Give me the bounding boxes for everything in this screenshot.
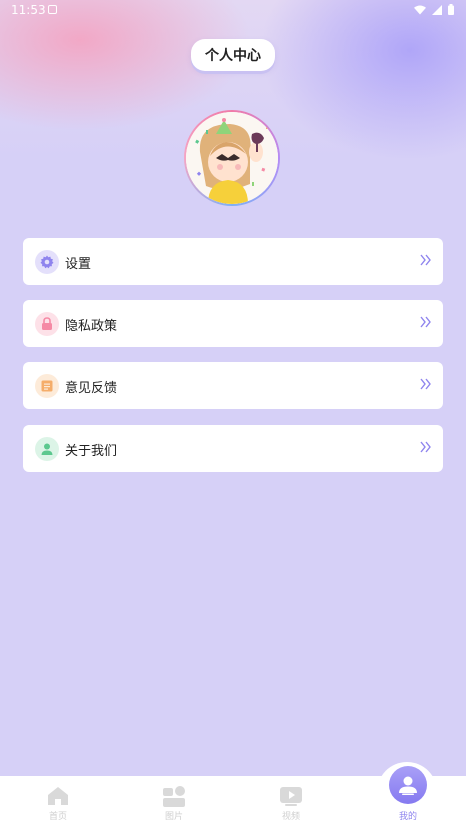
tab-label: 首页 <box>48 812 67 822</box>
image-icon <box>163 786 185 807</box>
tab-profile-active-indicator[interactable] <box>389 766 427 804</box>
menu-item-label: 关于我们 <box>65 444 118 459</box>
gear-icon <box>35 250 59 274</box>
wifi-icon <box>414 5 426 14</box>
menu-item-label: 意见反馈 <box>65 381 118 396</box>
feedback-icon <box>35 374 59 398</box>
battery-icon <box>448 4 454 15</box>
tab-label: 视频 <box>281 812 300 822</box>
tab-home[interactable]: 首页 <box>18 776 98 830</box>
lock-icon <box>35 312 59 336</box>
home-icon <box>48 787 68 805</box>
double-chevron-right-icon <box>420 441 431 453</box>
tab-label: 我的 <box>398 812 417 822</box>
notification-icon <box>48 5 57 14</box>
page-title: 个人中心 <box>191 39 275 71</box>
status-time: 11:53 <box>11 3 46 17</box>
status-bar: 11:53 <box>0 0 466 22</box>
profile-icon <box>399 776 417 795</box>
video-icon <box>280 787 302 806</box>
menu-item-settings[interactable]: 设置 <box>23 238 443 285</box>
person-icon <box>35 437 59 461</box>
tab-label: 图片 <box>164 812 183 822</box>
menu-item-privacy-policy[interactable]: 隐私政策 <box>23 300 443 347</box>
double-chevron-right-icon <box>420 254 431 266</box>
signal-icon <box>432 4 442 15</box>
menu-item-about-us[interactable]: 关于我们 <box>23 425 443 472</box>
avatar[interactable] <box>184 110 280 206</box>
menu-item-label: 设置 <box>65 257 92 272</box>
double-chevron-right-icon <box>420 378 431 390</box>
double-chevron-right-icon <box>420 316 431 328</box>
menu-item-feedback[interactable]: 意见反馈 <box>23 362 443 409</box>
tab-images[interactable]: 图片 <box>134 776 214 830</box>
tab-video[interactable]: 视频 <box>251 776 331 830</box>
avatar-illustration <box>186 112 278 204</box>
menu-item-label: 隐私政策 <box>65 319 118 334</box>
